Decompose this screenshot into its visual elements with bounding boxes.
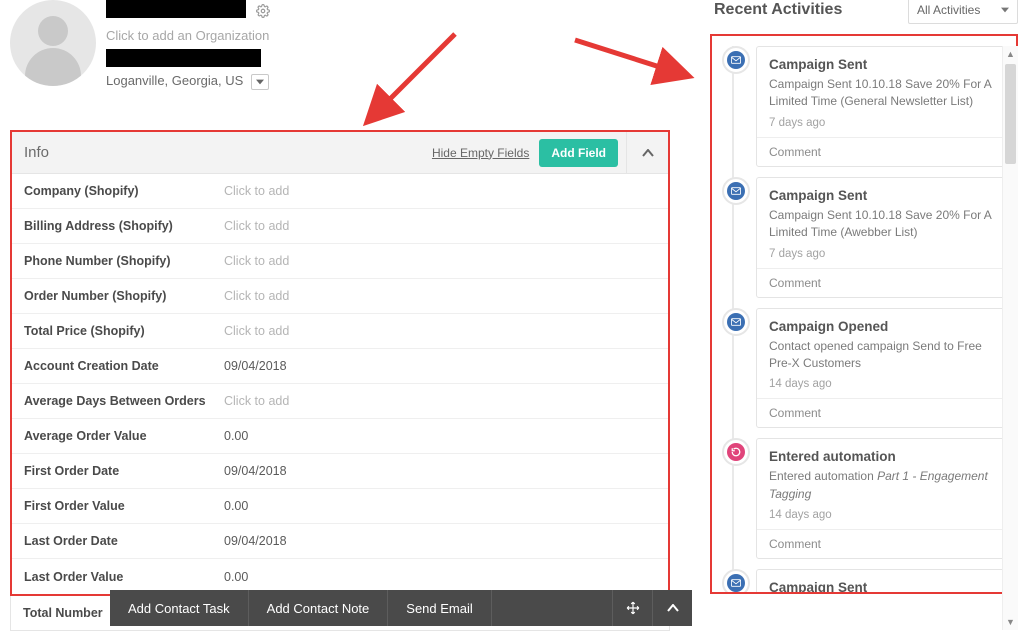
- action-bar: Add Contact Task Add Contact Note Send E…: [110, 590, 692, 626]
- mail-icon: [722, 46, 750, 74]
- automation-icon: [722, 438, 750, 466]
- info-row: Account Creation Date09/04/2018: [12, 349, 668, 384]
- field-label: Company (Shopify): [24, 184, 224, 198]
- activity-description: Campaign Sent 10.10.18 Save 20% For A Li…: [769, 76, 999, 111]
- activity-title: Campaign Opened: [769, 319, 999, 334]
- field-label: Account Creation Date: [24, 359, 224, 373]
- caret-down-icon: [1001, 5, 1009, 16]
- field-value: 09/04/2018: [224, 464, 287, 478]
- field-placeholder[interactable]: Click to add: [224, 219, 289, 233]
- field-label: Last Order Value: [24, 570, 224, 584]
- field-value: 0.00: [224, 429, 248, 443]
- activity-card: Campaign Sent Campaign Sent 10.10.18 Save…: [756, 177, 1012, 298]
- collapse-action-bar-button[interactable]: [652, 590, 692, 626]
- info-row: Average Order Value0.00: [12, 419, 668, 454]
- hide-empty-fields-link[interactable]: Hide Empty Fields: [432, 146, 529, 160]
- field-placeholder[interactable]: Click to add: [224, 324, 289, 338]
- activities-filter-label: All Activities: [917, 3, 980, 17]
- field-placeholder[interactable]: Click to add: [224, 394, 289, 408]
- activity-timestamp: 7 days ago: [769, 248, 999, 260]
- activity-description: Entered automation Part 1 - Engagement T…: [769, 468, 999, 503]
- info-row: First Order Value0.00: [12, 489, 668, 524]
- add-field-button[interactable]: Add Field: [539, 139, 618, 167]
- info-row: Company (Shopify)Click to add: [12, 174, 668, 209]
- activity-card: Campaign Sent: [756, 569, 1012, 594]
- field-placeholder[interactable]: Click to add: [224, 289, 289, 303]
- mail-icon: [722, 177, 750, 205]
- activities-timeline: Campaign Sent Campaign Sent 10.10.18 Save…: [710, 34, 1018, 594]
- activity-card: Campaign Sent Campaign Sent 10.10.18 Save…: [756, 46, 1012, 167]
- scrollbar[interactable]: ▲ ▼: [1002, 46, 1018, 630]
- info-row: Average Days Between OrdersClick to add: [12, 384, 668, 419]
- field-label: Average Order Value: [24, 429, 224, 443]
- field-label: First Order Value: [24, 499, 224, 513]
- field-placeholder[interactable]: Click to add: [224, 254, 289, 268]
- activity-title: Entered automation: [769, 449, 999, 464]
- field-value: 09/04/2018: [224, 359, 287, 373]
- activity-timestamp: 14 days ago: [769, 509, 999, 521]
- info-row: Last Order Date09/04/2018: [12, 524, 668, 559]
- info-row: Total Price (Shopify)Click to add: [12, 314, 668, 349]
- avatar[interactable]: [10, 0, 96, 86]
- location-dropdown[interactable]: [251, 74, 269, 90]
- field-placeholder[interactable]: Click to add: [224, 184, 289, 198]
- field-value: 0.00: [224, 499, 248, 513]
- contact-name-redacted: [106, 0, 246, 18]
- info-panel: Info Hide Empty Fields Add Field Company…: [10, 130, 670, 596]
- contact-location: Loganville, Georgia, US: [106, 73, 243, 88]
- contact-email-redacted: [106, 49, 261, 67]
- activity-item: Campaign Sent Campaign Sent 10.10.18 Save…: [716, 177, 1012, 298]
- activity-title: Campaign Sent: [769, 580, 999, 594]
- recent-activities-title: Recent Activities: [714, 1, 908, 19]
- activity-title: Campaign Sent: [769, 57, 999, 72]
- info-panel-title: Info: [24, 144, 432, 161]
- info-row: Phone Number (Shopify)Click to add: [12, 244, 668, 279]
- activity-description: Contact opened campaign Send to Free Pre…: [769, 338, 999, 373]
- field-label: Billing Address (Shopify): [24, 219, 224, 233]
- activities-filter-dropdown[interactable]: All Activities: [908, 0, 1018, 24]
- activity-item: Campaign Sent: [716, 569, 1012, 594]
- activity-title: Campaign Sent: [769, 188, 999, 203]
- info-row: Order Number (Shopify)Click to add: [12, 279, 668, 314]
- info-row: First Order Date09/04/2018: [12, 454, 668, 489]
- field-label: Phone Number (Shopify): [24, 254, 224, 268]
- activity-item: Entered automation Entered automation Par…: [716, 438, 1012, 559]
- activity-card: Campaign Opened Contact opened campaign S…: [756, 308, 1012, 429]
- add-contact-note-button[interactable]: Add Contact Note: [249, 590, 389, 626]
- info-row: Last Order Value0.00: [12, 559, 668, 594]
- mail-icon: [722, 569, 750, 594]
- gear-icon[interactable]: [256, 4, 270, 21]
- comment-link[interactable]: Comment: [757, 398, 1011, 427]
- field-value: 0.00: [224, 570, 248, 584]
- activity-timestamp: 7 days ago: [769, 117, 999, 129]
- comment-link[interactable]: Comment: [757, 268, 1011, 297]
- comment-link[interactable]: Comment: [757, 529, 1011, 558]
- activity-item: Campaign Sent Campaign Sent 10.10.18 Save…: [716, 46, 1012, 167]
- field-label: Order Number (Shopify): [24, 289, 224, 303]
- activity-description: Campaign Sent 10.10.18 Save 20% For A Li…: [769, 207, 999, 242]
- move-icon[interactable]: [612, 590, 652, 626]
- scroll-up-icon[interactable]: ▲: [1003, 46, 1018, 62]
- collapse-panel-button[interactable]: [626, 132, 668, 174]
- field-value: 09/04/2018: [224, 534, 287, 548]
- scroll-down-icon[interactable]: ▼: [1003, 614, 1018, 630]
- field-label: Total Price (Shopify): [24, 324, 224, 338]
- field-label: Last Order Date: [24, 534, 224, 548]
- comment-link[interactable]: Comment: [757, 137, 1011, 166]
- add-contact-task-button[interactable]: Add Contact Task: [110, 590, 249, 626]
- activity-card: Entered automation Entered automation Par…: [756, 438, 1012, 559]
- add-organization[interactable]: Click to add an Organization: [106, 28, 270, 43]
- info-row: Billing Address (Shopify)Click to add: [12, 209, 668, 244]
- scroll-thumb[interactable]: [1005, 64, 1016, 164]
- send-email-button[interactable]: Send Email: [388, 590, 491, 626]
- field-label: First Order Date: [24, 464, 224, 478]
- mail-icon: [722, 308, 750, 336]
- activity-item: Campaign Opened Contact opened campaign S…: [716, 308, 1012, 429]
- activity-timestamp: 14 days ago: [769, 378, 999, 390]
- field-label: Average Days Between Orders: [24, 394, 224, 408]
